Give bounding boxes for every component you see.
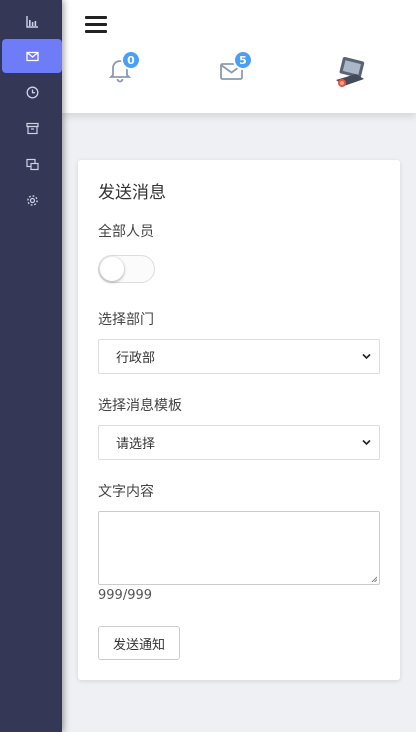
sidebar-item-mail[interactable]	[2, 39, 62, 73]
avatar-image	[336, 57, 365, 87]
all-staff-label: 全部人员	[98, 224, 154, 240]
template-select[interactable]: 请选择	[98, 425, 380, 460]
send-notification-button[interactable]: 发送通知	[98, 626, 180, 660]
user-avatar[interactable]	[333, 56, 367, 90]
all-staff-toggle[interactable]	[98, 255, 155, 283]
notifications-button[interactable]: 0	[107, 50, 141, 84]
text-content-label: 文字内容	[98, 484, 154, 500]
chevron-down-icon	[362, 439, 371, 446]
send-message-card: 发送消息 全部人员 选择部门 行政部 选择消息模板 请选择 文字内容 999/9…	[78, 160, 400, 680]
sidebar-item-archive[interactable]	[2, 111, 62, 145]
template-value: 请选择	[116, 437, 156, 452]
top-bar: 0 5	[62, 0, 416, 113]
text-content-textarea[interactable]	[98, 511, 380, 585]
clock-icon	[26, 86, 38, 98]
resize-grip-icon[interactable]	[371, 576, 377, 582]
sidebar-item-settings[interactable]	[2, 183, 62, 217]
character-counter: 999/999	[98, 588, 153, 603]
sidebar-item-clock[interactable]	[2, 75, 62, 109]
windows-icon	[25, 158, 39, 170]
messages-button[interactable]: 5	[219, 50, 253, 84]
messages-count-badge: 5	[233, 50, 253, 70]
card-title: 发送消息	[98, 183, 166, 203]
chevron-down-icon	[362, 353, 371, 360]
department-value: 行政部	[116, 351, 156, 366]
department-select[interactable]: 行政部	[98, 339, 380, 374]
notifications-count-badge: 0	[121, 50, 141, 70]
gear-icon	[26, 194, 38, 206]
sidebar-item-chart[interactable]	[2, 4, 62, 38]
sidebar	[0, 0, 62, 732]
archive-icon	[25, 122, 39, 134]
chart-icon	[25, 15, 38, 28]
sidebar-item-windows[interactable]	[2, 147, 62, 181]
mail-icon	[25, 51, 39, 61]
hamburger-menu-icon[interactable]	[85, 16, 109, 36]
template-label: 选择消息模板	[98, 398, 182, 414]
toggle-knob	[100, 257, 124, 281]
department-label: 选择部门	[98, 312, 154, 328]
